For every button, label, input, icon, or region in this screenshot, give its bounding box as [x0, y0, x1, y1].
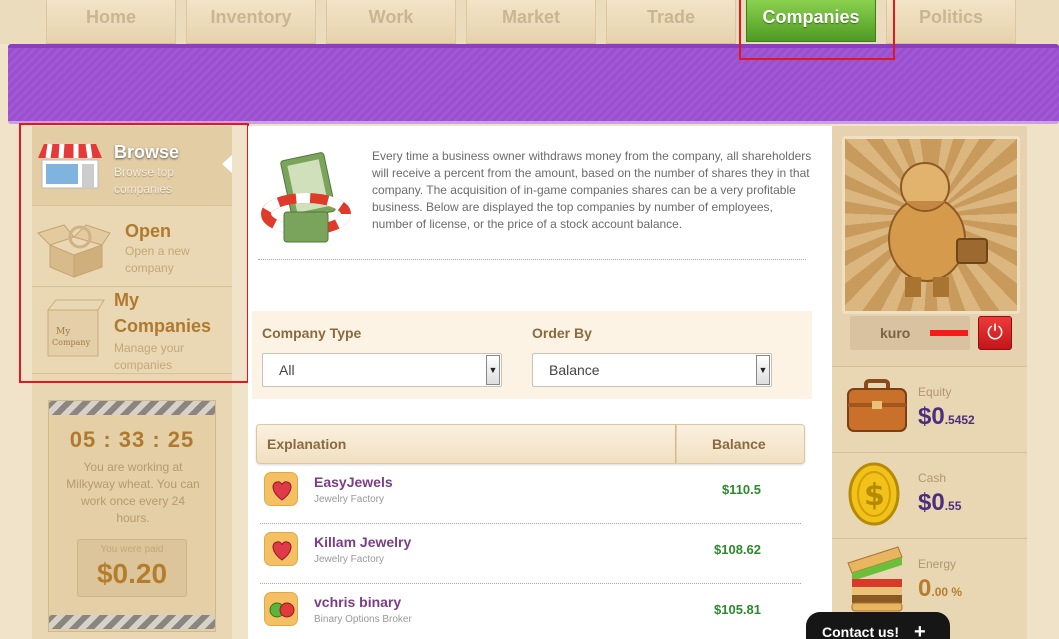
- table-row[interactable]: vchris binary Binary Options Broker $105…: [260, 584, 801, 639]
- work-message: You are working at Milkyway wheat. You c…: [66, 460, 200, 525]
- tab-work[interactable]: Work: [326, 0, 456, 44]
- company-name[interactable]: Killam Jewelry: [314, 534, 411, 550]
- username-text: kuro: [880, 325, 911, 341]
- company-type: Jewelry Factory: [314, 494, 385, 505]
- chevron-down-icon[interactable]: ▼: [486, 355, 500, 385]
- energy-value: 0.00 %: [918, 575, 963, 602]
- table-row[interactable]: EasyJewels Jewelry Factory $110.5: [260, 464, 801, 524]
- company-type-select[interactable]: All ▼: [262, 353, 502, 387]
- company-name[interactable]: vchris binary: [314, 594, 401, 610]
- company-balance: $105.81: [714, 602, 761, 617]
- column-divider: [675, 425, 677, 463]
- tab-trade[interactable]: Trade: [606, 0, 736, 44]
- filters-panel: Company Type All ▼ Order By Balance ▼: [252, 311, 812, 399]
- jewel-heart-icon: [264, 532, 298, 566]
- company-balance: $108.62: [714, 542, 761, 557]
- highlight-sidebar-menu: [19, 123, 249, 383]
- divider: [258, 259, 806, 260]
- company-type: Jewelry Factory: [314, 554, 385, 565]
- svg-text:$: $: [864, 478, 885, 513]
- equity-label: Equity: [918, 385, 952, 399]
- column-header-balance[interactable]: Balance: [712, 425, 766, 463]
- cash-label: Cash: [918, 471, 947, 485]
- table-header: Explanation Balance: [256, 424, 805, 464]
- hazard-stripe-top: [49, 401, 215, 415]
- top-navigation: Home Inventory Work Market Trade Compani…: [0, 0, 1059, 44]
- briefcase-icon: [847, 379, 907, 432]
- binary-balls-icon: [264, 592, 298, 626]
- order-by-label: Order By: [532, 325, 592, 341]
- company-balance: $110.5: [721, 482, 761, 497]
- redaction-mark: [930, 330, 968, 336]
- jewel-heart-icon: [264, 472, 298, 506]
- contact-us-button[interactable]: Contact us! +: [806, 612, 950, 639]
- work-panel: 05 : 33 : 25 You are working at Milkyway…: [48, 400, 216, 632]
- tab-politics[interactable]: Politics: [886, 0, 1016, 44]
- cash-value: $0.55: [918, 489, 962, 516]
- table-row[interactable]: Killam Jewelry Jewelry Factory $108.62: [260, 524, 801, 584]
- right-edge-strip: [1027, 126, 1059, 639]
- company-type-value: All: [279, 362, 295, 378]
- chevron-down-icon[interactable]: ▼: [756, 355, 770, 385]
- tab-inventory[interactable]: Inventory: [186, 0, 316, 44]
- username: kuro: [850, 316, 970, 350]
- cash-stat: $ Cash $0.55: [832, 452, 1027, 538]
- paid-value: $0.20: [96, 558, 168, 589]
- equity-value: $0.5452: [918, 403, 975, 430]
- company-type-label: Company Type: [262, 325, 362, 341]
- logout-power-icon[interactable]: ⏻: [978, 316, 1012, 350]
- contact-us-label: Contact us!: [822, 624, 899, 639]
- purple-banner: [8, 44, 1059, 124]
- order-by-value: Balance: [549, 362, 600, 378]
- highlight-companies-tab: [739, 0, 895, 60]
- gold-coin-icon: $: [848, 462, 900, 526]
- main-content: Every time a business owner withdraws mo…: [248, 126, 832, 639]
- company-name[interactable]: EasyJewels: [314, 474, 393, 490]
- businessman-avatar-icon: [888, 162, 988, 297]
- hazard-stripe-bottom: [49, 615, 215, 629]
- sandwich-icon: [847, 546, 903, 612]
- tab-market[interactable]: Market: [466, 0, 596, 44]
- paid-box: You were paid $0.20: [77, 539, 187, 597]
- order-by-select[interactable]: Balance ▼: [532, 353, 772, 387]
- column-header-explanation[interactable]: Explanation: [267, 425, 346, 463]
- equity-stat: Equity $0.5452: [832, 366, 1027, 452]
- money-lifebuoy-icon: [261, 152, 351, 243]
- energy-label: Energy: [918, 557, 957, 571]
- tab-home[interactable]: Home: [46, 0, 176, 44]
- right-sidebar: kuro ⏻ Equity $0.5452 $ Cash $0.55 Energ…: [832, 126, 1027, 639]
- company-type: Binary Options Broker: [314, 614, 412, 625]
- avatar[interactable]: [842, 136, 1020, 314]
- plus-icon: +: [914, 621, 926, 639]
- work-timer: 05 : 33 : 25: [69, 427, 195, 452]
- paid-label: You were paid: [100, 544, 164, 555]
- intro-text: Every time a business owner withdraws mo…: [372, 149, 812, 231]
